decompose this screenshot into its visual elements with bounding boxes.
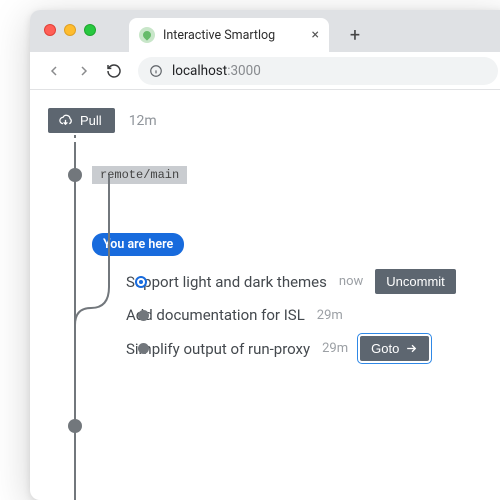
action-label: Goto [371, 341, 399, 356]
pull-age: 12m [129, 113, 157, 129]
remote-branch-node: remote/main [74, 153, 500, 197]
nav-reload-button[interactable] [102, 59, 126, 83]
current-commit-dot [137, 278, 145, 286]
app-content: Pull 12m remote/main You are here [30, 90, 500, 445]
commit-title: Add documentation for ISL [126, 306, 305, 324]
window-maximize-button[interactable] [84, 24, 96, 36]
window-titlebar: Interactive Smartlog × + [30, 10, 500, 52]
window-close-button[interactable] [44, 24, 56, 36]
commit-row[interactable]: Add documentation for ISL 29m [108, 300, 500, 330]
commit-dot [68, 168, 82, 182]
commit-title: Simplify output of run-proxy [126, 340, 310, 358]
new-tab-button[interactable]: + [341, 21, 369, 49]
address-bar[interactable]: localhost:3000 [138, 57, 498, 85]
tab-strip: Interactive Smartlog × + [129, 10, 369, 52]
commit-row[interactable]: Simplify output of run-proxy 29m Goto [108, 330, 500, 367]
address-host: localhost [172, 63, 227, 79]
action-label: Uncommit [386, 274, 445, 289]
commit-time: now [339, 274, 363, 289]
pull-button[interactable]: Pull [48, 108, 115, 133]
tab-close-button[interactable]: × [312, 27, 319, 43]
cloud-download-icon [58, 113, 73, 128]
commit-title: Support light and dark themes [126, 273, 327, 291]
commit-dot [68, 419, 82, 433]
uncommit-button[interactable]: Uncommit [375, 269, 456, 294]
commit-time: 29m [317, 308, 343, 323]
traffic-lights [44, 24, 96, 36]
site-info-icon[interactable] [148, 63, 164, 79]
commit-graph: remote/main You are here Support light a… [48, 153, 500, 445]
pull-label: Pull [80, 113, 102, 128]
window-minimize-button[interactable] [64, 24, 76, 36]
goto-button[interactable]: Goto [360, 336, 429, 361]
browser-toolbar: localhost:3000 [30, 52, 500, 90]
actions-row: Pull 12m [48, 108, 500, 133]
nav-forward-button[interactable] [72, 59, 96, 83]
commit-time: 29m [322, 341, 348, 356]
tab-title: Interactive Smartlog [163, 28, 275, 43]
commit-dot [138, 310, 149, 321]
address-text: localhost:3000 [172, 63, 261, 79]
commit-row[interactable]: Support light and dark themes now Uncomm… [108, 263, 500, 300]
branch-connector [75, 175, 111, 329]
nav-back-button[interactable] [42, 59, 66, 83]
you-are-here-marker: You are here [74, 225, 500, 263]
arrow-right-icon [405, 342, 418, 355]
commit-dot [138, 343, 149, 354]
tab-favicon-icon [139, 27, 155, 43]
browser-tab[interactable]: Interactive Smartlog × [129, 18, 329, 52]
address-port: :3000 [227, 63, 261, 79]
older-commit-node [74, 407, 500, 445]
browser-window: Interactive Smartlog × + localhost:3000 [30, 10, 500, 500]
